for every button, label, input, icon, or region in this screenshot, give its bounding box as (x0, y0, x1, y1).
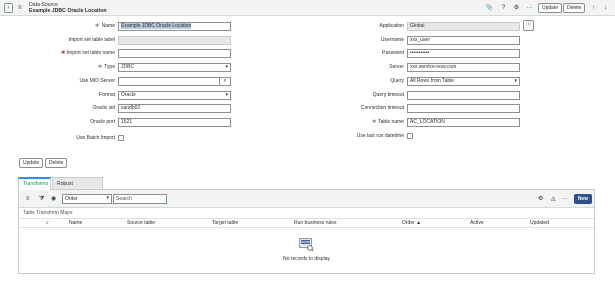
order-select[interactable]: Order ▾ (62, 194, 112, 204)
paperclip-icon[interactable]: 📎 (485, 3, 494, 13)
new-button[interactable]: New (574, 194, 592, 204)
oracle-port-field[interactable]: 1521 (118, 118, 231, 127)
import-table-label-field[interactable] (118, 36, 231, 45)
batch-import-label: Use Batch Import (76, 135, 115, 141)
mandatory-marker: ✱ (95, 23, 100, 29)
tab-robust-transformer[interactable]: Robust Transformer (52, 177, 103, 199)
connection-timeout-field[interactable] (407, 104, 520, 113)
last-run-label: Use last run datetime (356, 133, 404, 139)
list-search-input[interactable]: Search (113, 194, 167, 204)
column-order[interactable]: Order ▲ (402, 219, 421, 228)
batch-import-checkbox[interactable] (118, 135, 124, 141)
related-list-tabs: Transforms Robust Transformer (18, 177, 595, 199)
query-timeout-field[interactable] (407, 91, 520, 100)
application-label: Application (379, 23, 404, 29)
table-name-label: Table name (378, 119, 404, 125)
empty-list-message: No records to display (283, 256, 330, 262)
username-field[interactable]: xxx_user (407, 36, 520, 45)
mid-server-label: Use MID Server (79, 78, 115, 84)
list-title: Table Transform Maps (23, 210, 73, 216)
column-active[interactable]: Active (470, 219, 484, 228)
help-icon[interactable]: ? (499, 3, 508, 13)
related-list: ≡ ⧩ ◉ Order ▾ Search ⚙ ◬ ··· New Table Tr… (18, 190, 595, 274)
oracle-sid-field[interactable]: sandb02 (118, 104, 231, 113)
update-button[interactable]: Update (19, 158, 44, 168)
type-label: Type (104, 64, 115, 70)
mid-server-field[interactable] (118, 77, 220, 86)
column-updated[interactable]: Updated (530, 219, 549, 228)
password-label: Password (382, 50, 404, 56)
mandatory-marker: ✱ (98, 64, 103, 70)
type-select[interactable]: JDBC ▾ (118, 63, 231, 72)
delete-button[interactable]: Delete (45, 158, 68, 168)
info-icon[interactable]: ⓘ (523, 20, 534, 31)
import-table-name-field[interactable] (118, 49, 231, 58)
connection-timeout-label: Connection timeout (360, 105, 404, 111)
server-field[interactable]: xxx.service-now.com (407, 63, 520, 72)
oracle-port-label: Oracle port (90, 119, 115, 125)
query-timeout-label: Query timeout (372, 92, 404, 98)
last-run-checkbox[interactable] (407, 133, 413, 139)
format-select[interactable]: Oracle ▾ (118, 91, 231, 100)
more-icon[interactable]: ··· (562, 194, 568, 204)
mandatory-marker: ✱ (372, 119, 377, 125)
import-table-name-label: Import set table name (66, 50, 115, 56)
back-button[interactable]: ‹ (4, 3, 13, 13)
query-label: Query (390, 78, 404, 84)
table-header: ⌕ Name Source table Target table Run bus… (19, 218, 594, 228)
server-label: Server (389, 64, 404, 70)
chevron-down-icon: ▾ (225, 92, 228, 98)
name-field[interactable]: Example JDBC Oracle Location (118, 22, 231, 31)
password-field[interactable]: ••••••••••• (407, 49, 520, 58)
record-name: Example JDBC Oracle Location (29, 8, 107, 14)
chevron-down-icon: ▾ (225, 64, 228, 70)
empty-list-icon (299, 238, 314, 251)
tab-transforms[interactable]: Transforms (18, 177, 51, 190)
search-icon[interactable]: ⌕ (219, 77, 231, 86)
list-menu-icon[interactable]: ≡ (26, 194, 30, 204)
username-label: Username (380, 37, 404, 43)
header-delete-button[interactable]: Delete (563, 3, 586, 13)
mandatory-marker: ✱ (61, 50, 66, 56)
column-run-business-rules[interactable]: Run business rules (294, 219, 337, 228)
settings-icon[interactable]: ⚙ (512, 3, 521, 13)
chart-icon[interactable]: ◬ (551, 194, 556, 204)
chevron-left-icon: ‹ (7, 5, 10, 11)
next-record-icon[interactable]: ↓ (601, 3, 610, 13)
filter-icon[interactable]: ⧩ (39, 194, 44, 204)
import-table-label-label: Import set table label (68, 37, 115, 43)
column-target-table[interactable]: Target table (212, 219, 238, 228)
format-label: Format (99, 92, 115, 98)
gear-icon[interactable]: ⚙ (538, 194, 543, 204)
more-icon[interactable]: ··· (525, 3, 534, 13)
chevron-down-icon: ▾ (106, 195, 109, 201)
query-select[interactable]: All Rows from Table ▾ (407, 77, 520, 86)
header-update-button[interactable]: Update (538, 3, 563, 13)
context-menu-icon[interactable]: ≡ (18, 4, 22, 12)
form-header: ‹ ≡ Data Source Example JDBC Oracle Loca… (0, 0, 615, 16)
application-field: Global (407, 22, 520, 31)
column-source-table[interactable]: Source table (127, 219, 155, 228)
chevron-down-icon: ▾ (514, 78, 517, 84)
view-icon[interactable]: ◉ (51, 194, 56, 204)
column-search-icon[interactable]: ⌕ (46, 219, 49, 228)
table-name-field[interactable]: AC_LOCATION (407, 118, 520, 127)
related-list-toolbar: ≡ ⧩ ◉ Order ▾ Search ⚙ ◬ ··· New (19, 190, 594, 208)
name-label: Name (101, 23, 115, 29)
previous-record-icon[interactable]: ↑ (589, 3, 598, 13)
column-name[interactable]: Name (69, 219, 82, 228)
oracle-sid-label: Oracle sid (92, 105, 115, 111)
